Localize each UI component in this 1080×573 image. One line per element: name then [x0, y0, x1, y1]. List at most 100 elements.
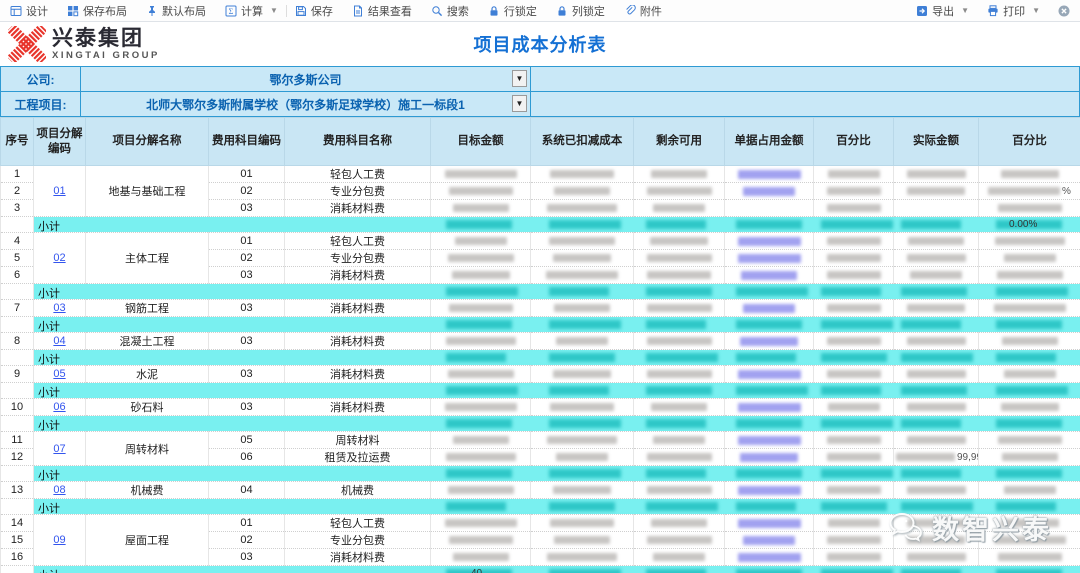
redacted-subtotal-value — [646, 353, 718, 362]
redacted-subtotal-value — [736, 469, 802, 478]
redacted-value — [743, 187, 795, 196]
column-header: 目标金额 — [431, 118, 531, 166]
redacted-subtotal-value — [821, 419, 893, 428]
amount-cell — [814, 515, 894, 532]
redacted-value — [553, 486, 611, 494]
fee-code-cell: 06 — [209, 449, 285, 466]
row-seq: 8 — [1, 333, 34, 350]
redacted-value — [653, 553, 705, 561]
redacted-value — [743, 536, 795, 545]
redacted-value — [828, 170, 880, 178]
breakdown-code-link[interactable]: 07 — [53, 443, 65, 455]
breakdown-code-link[interactable]: 08 — [53, 484, 65, 496]
redacted-value — [907, 553, 966, 561]
redacted-value — [547, 436, 617, 444]
amount-cell — [725, 166, 814, 183]
redacted-subtotal-value — [821, 353, 887, 362]
fee-name-cell: 消耗材料费 — [285, 399, 431, 416]
chevron-down-icon[interactable]: ▼ — [961, 6, 969, 15]
redacted-subtotal-value — [821, 220, 893, 229]
redacted-value — [554, 536, 610, 544]
fee-name-cell: 专业分包费 — [285, 183, 431, 200]
breakdown-code-link[interactable]: 01 — [53, 185, 65, 197]
amount-cell — [634, 366, 725, 383]
toolbar-label: 导出 — [932, 3, 954, 19]
breakdown-name-cell: 水泥 — [86, 366, 209, 383]
breakdown-code-link[interactable]: 03 — [53, 302, 65, 314]
table-row: 1308机械费04机械费 — [1, 482, 1080, 499]
toolbar-save-button[interactable]: 保存 — [295, 3, 333, 19]
redacted-value — [1004, 254, 1056, 262]
subtotal-row: 小计 — [1, 284, 1080, 300]
toolbar-save-layout-button[interactable]: 保存布局 — [67, 3, 127, 19]
table-row: 905水泥03消耗材料费 — [1, 366, 1080, 383]
redacted-value — [448, 370, 514, 378]
subtotal-label: 小计 — [38, 467, 60, 482]
row-seq — [1, 284, 34, 300]
toolbar-attachment-button[interactable]: 附件 — [624, 3, 662, 19]
breakdown-name-cell: 周转材料 — [86, 432, 209, 466]
column-header: 项目分解编码 — [34, 118, 86, 166]
breakdown-code-link[interactable]: 05 — [53, 368, 65, 380]
chevron-down-icon[interactable]: ▼ — [1032, 6, 1040, 15]
redacted-subtotal-value — [901, 320, 961, 329]
breakdown-code-link[interactable]: 09 — [53, 534, 65, 546]
amount-cell — [979, 200, 1080, 217]
redacted-subtotal-value — [446, 287, 518, 296]
breakdown-code-link[interactable]: 02 — [53, 252, 65, 264]
amount-cell — [979, 267, 1080, 284]
redacted-value — [452, 271, 510, 279]
redacted-value — [1002, 453, 1058, 461]
redacted-subtotal-value — [901, 220, 961, 229]
amount-cell — [814, 532, 894, 549]
amount-cell — [894, 432, 979, 449]
redacted-value — [907, 254, 966, 262]
redacted-value — [995, 237, 1065, 245]
toolbar-row-lock-button[interactable]: 行锁定 — [488, 3, 537, 19]
company-select[interactable]: 鄂尔多斯公司 ▼ — [81, 67, 531, 92]
company-filter-icon[interactable]: ▼ — [512, 70, 527, 87]
toolbar-design-button[interactable]: 设计 — [10, 3, 48, 19]
amount-cell — [531, 267, 634, 284]
project-filter-icon[interactable]: ▼ — [512, 95, 527, 112]
redacted-value — [994, 304, 1066, 312]
toolbar-result-view-button[interactable]: 结果查看 — [352, 3, 412, 19]
redacted-subtotal-value — [736, 419, 802, 428]
breakdown-code-link[interactable]: 04 — [53, 335, 65, 347]
toolbar-search-button[interactable]: 搜索 — [431, 3, 469, 19]
chevron-down-icon[interactable]: ▼ — [270, 6, 278, 15]
toolbar-label: 设计 — [26, 3, 48, 19]
toolbar-default-layout-button[interactable]: 默认布局 — [146, 3, 206, 19]
project-select[interactable]: 北师大鄂尔多斯附属学校（鄂尔多斯足球学校）施工一标段1 ▼ — [81, 92, 531, 117]
toolbar-label: 默认布局 — [162, 3, 206, 19]
toolbar-export-button[interactable]: 导出 ▼ — [916, 3, 969, 19]
toolbar-close-button[interactable] — [1058, 5, 1070, 17]
toolbar-print-button[interactable]: 打印▼ — [987, 3, 1040, 19]
fee-code-cell: 01 — [209, 233, 285, 250]
redacted-value — [553, 254, 611, 262]
toolbar-col-lock-button[interactable]: 列锁定 — [556, 3, 605, 19]
toolbar-calculate-button[interactable]: Σ计算▼ — [225, 3, 278, 19]
subtotal-band: 小计 — [34, 466, 1080, 482]
fee-code-cell: 03 — [209, 333, 285, 350]
company-label: 公司: — [1, 67, 81, 92]
amount-cell — [725, 366, 814, 383]
breakdown-code-link[interactable]: 06 — [53, 401, 65, 413]
toolbar-label: 结果查看 — [368, 3, 412, 19]
row-seq — [1, 217, 34, 233]
redacted-value — [647, 370, 712, 378]
redacted-value — [827, 271, 881, 279]
redacted-subtotal-value — [901, 419, 961, 428]
amount-cell — [814, 267, 894, 284]
redacted-value — [997, 271, 1063, 279]
amount-cell — [894, 200, 979, 217]
fee-code-cell: 05 — [209, 432, 285, 449]
row-seq — [1, 383, 34, 399]
redacted-value — [449, 304, 513, 312]
redacted-subtotal-value — [549, 419, 621, 428]
redacted-subtotal-value — [736, 502, 796, 511]
fee-name-cell: 消耗材料费 — [285, 200, 431, 217]
amount-cell — [634, 233, 725, 250]
amount-cell — [725, 183, 814, 200]
redacted-subtotal-value — [446, 353, 506, 362]
